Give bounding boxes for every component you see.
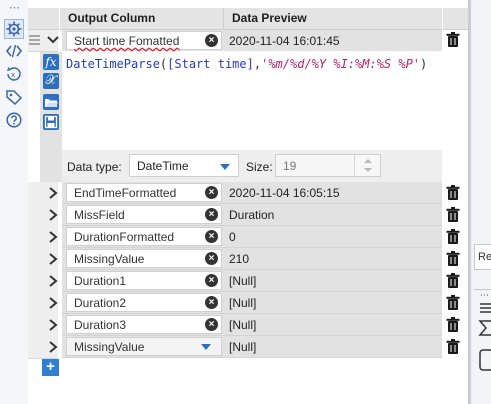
caret-down-icon — [201, 344, 211, 350]
save-disk-icon[interactable] — [43, 114, 59, 130]
clear-x-icon[interactable]: × — [205, 318, 218, 331]
preview-cell — [224, 270, 442, 292]
chevron-right-icon[interactable] — [48, 319, 58, 331]
formula-format-string: '%m/%d/%Y %I:%M:%S %P' — [261, 57, 421, 71]
trash-icon[interactable] — [446, 317, 460, 333]
preview-cell — [224, 292, 442, 314]
header-end — [443, 8, 468, 30]
output-column-name-text: MissField — [74, 208, 125, 222]
formula-field-ref: [Start time] — [167, 57, 254, 71]
trash-icon[interactable] — [446, 185, 460, 201]
chevron-right-icon[interactable] — [48, 275, 58, 287]
right-panel-tab[interactable]: Re — [474, 244, 491, 270]
chevron-right-icon[interactable] — [48, 187, 58, 199]
preview-value: 210 — [229, 252, 250, 266]
header-corner — [28, 8, 59, 30]
size-stepper[interactable]: 19 — [275, 154, 381, 177]
output-column-name-text: MissingValue — [74, 340, 145, 354]
output-column-name-field[interactable]: Duration2 — [66, 293, 222, 312]
fx-function-icon[interactable]: fx — [43, 54, 59, 70]
clear-x-icon[interactable]: × — [205, 274, 218, 287]
add-field-button[interactable]: + — [42, 359, 59, 376]
chevron-right-icon[interactable] — [48, 253, 58, 265]
trash-icon[interactable] — [446, 207, 460, 223]
svg-text:⋯: ⋯ — [480, 291, 489, 301]
header-output-label: Output Column — [68, 11, 156, 25]
preview-value: [Null] — [229, 340, 257, 354]
output-column-name-field[interactable]: DurationFormatted — [66, 227, 222, 246]
right-panel-lower: ⋯ — [474, 289, 491, 390]
preview-value: [Null] — [229, 318, 257, 332]
clear-x-icon[interactable]: × — [205, 296, 218, 309]
output-column-name-text: Start time Fomatted — [74, 34, 180, 48]
data-type-label: Data type: — [67, 160, 122, 174]
header-preview-label: Data Preview — [232, 11, 307, 25]
clear-x-icon[interactable]: × — [205, 252, 218, 265]
trash-icon[interactable] — [446, 229, 460, 245]
output-column-name-field[interactable]: EndTimeFormatted — [66, 183, 222, 202]
chevron-right-icon[interactable] — [48, 341, 58, 353]
clear-x-icon[interactable]: × — [205, 208, 218, 221]
preview-cell — [224, 314, 442, 336]
formula-function: DateTimeParse — [66, 57, 160, 71]
chevron-right-icon[interactable] — [48, 231, 58, 243]
output-column-name-text: Duration3 — [74, 318, 127, 332]
tag-icon[interactable] — [5, 88, 23, 106]
stepper-arrows[interactable] — [354, 155, 381, 176]
output-column-name-text: Duration2 — [74, 296, 127, 310]
preview-cell — [224, 248, 442, 270]
output-column-name-text: Duration1 — [74, 274, 127, 288]
data-type-value: DateTime — [137, 159, 189, 173]
drag-handle-dots[interactable]: ⋯ — [9, 3, 21, 14]
output-column-name-text: DurationFormatted — [74, 230, 175, 244]
output-column-name-field[interactable]: Duration1 — [66, 271, 222, 290]
preview-value: 2020-11-04 16:05:15 — [229, 186, 340, 200]
output-column-name-field[interactable]: Start time Fomatted — [66, 31, 222, 50]
output-column-name-text: MissingValue — [74, 252, 145, 266]
help-icon[interactable] — [5, 111, 23, 129]
preview-cell — [224, 336, 442, 358]
output-column-dropdown[interactable]: MissingValue — [66, 337, 222, 356]
size-label: Size: — [246, 160, 273, 174]
left-toolbar: ⋯ x — [0, 0, 29, 404]
caret-down-icon — [220, 164, 230, 170]
chevron-down-icon[interactable] — [47, 34, 59, 46]
preview-value: [Null] — [229, 274, 257, 288]
chevron-right-icon[interactable] — [48, 297, 58, 309]
gear-icon[interactable] — [4, 19, 24, 39]
preview-value: Duration — [229, 208, 275, 222]
output-column-name-field[interactable]: MissingValue — [66, 249, 222, 268]
header-data-preview[interactable]: Data Preview — [224, 8, 442, 30]
trash-icon[interactable] — [446, 251, 460, 267]
svg-text:x: x — [11, 71, 15, 79]
output-column-name-field[interactable]: MissField — [66, 205, 222, 224]
clear-x-icon[interactable]: × — [205, 230, 218, 243]
data-type-dropdown[interactable]: DateTime — [129, 154, 239, 177]
trash-icon[interactable] — [446, 273, 460, 289]
size-value: 19 — [283, 159, 297, 173]
clear-x-icon[interactable]: × — [205, 186, 218, 199]
trash-icon[interactable] — [446, 32, 460, 48]
code-icon[interactable] — [5, 42, 23, 60]
output-column-name-field[interactable]: Duration3 — [66, 315, 222, 334]
output-column-name-text: EndTimeFormatted — [74, 186, 177, 200]
trash-icon[interactable] — [446, 295, 460, 311]
fx-circle-icon[interactable]: x — [5, 65, 23, 83]
clear-x-icon[interactable]: × — [205, 34, 218, 47]
menu-lines-icon[interactable] — [29, 31, 40, 49]
variable-x-icon[interactable]: 𝒳 — [43, 73, 59, 89]
formula-expression[interactable]: DateTimeParse([Start time],'%m/%d/%Y %I:… — [66, 57, 427, 71]
grid-drag-dots — [28, 0, 468, 8]
folder-open-icon[interactable] — [43, 94, 59, 110]
chevron-right-icon[interactable] — [48, 209, 58, 221]
preview-cell — [224, 226, 442, 248]
preview-value: [Null] — [229, 296, 257, 310]
trash-icon[interactable] — [446, 339, 460, 355]
preview-value: 0 — [229, 230, 236, 244]
preview-value: 2020-11-04 16:01:45 — [229, 34, 340, 48]
